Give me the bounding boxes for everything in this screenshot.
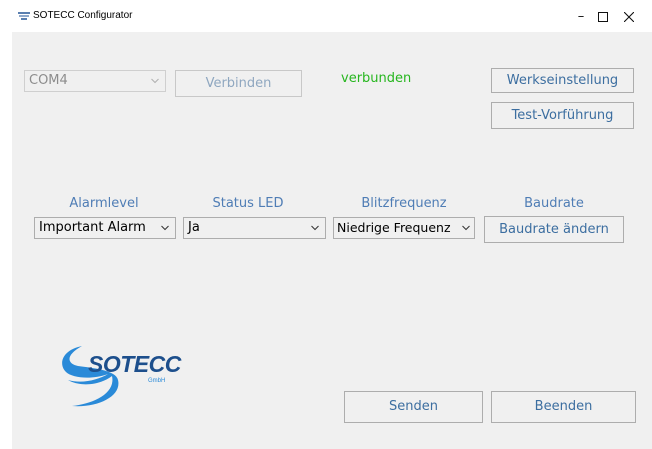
app-icon [18, 12, 30, 20]
logo-suffix: GmbH [148, 378, 166, 384]
send-button[interactable]: Senden [344, 391, 483, 423]
chevron-down-icon [311, 225, 319, 231]
sotecc-logo: SOTECC GmbH [52, 340, 182, 410]
flash-frequency-select[interactable]: Niedrige Frequenz [333, 217, 475, 239]
title-bar: SOTECC Configurator – [0, 0, 652, 32]
close-icon [623, 11, 635, 23]
status-led-select[interactable]: Ja [183, 217, 326, 239]
factory-settings-button[interactable]: Werkseinstellung [491, 68, 634, 93]
chevron-down-icon [161, 225, 169, 231]
port-select[interactable]: COM4 [24, 70, 166, 92]
connection-status: verbunden [341, 71, 412, 86]
status-led-select-value: Ja [188, 220, 200, 235]
flash-frequency-select-value: Niedrige Frequenz [337, 220, 451, 235]
port-select-value: COM4 [29, 73, 68, 88]
window-title: SOTECC Configurator [33, 10, 133, 21]
alarmlevel-select[interactable]: Important Alarm [34, 217, 176, 239]
change-baudrate-button[interactable]: Baudrate ändern [484, 216, 624, 243]
flash-frequency-label: Blitzfrequenz [361, 196, 447, 211]
baudrate-label: Baudrate [524, 196, 584, 211]
test-demo-button[interactable]: Test-Vorführung [491, 102, 634, 129]
alarmlevel-label: Alarmlevel [69, 196, 139, 211]
close-button[interactable] [614, 6, 644, 28]
status-led-label: Status LED [212, 196, 284, 211]
exit-button[interactable]: Beenden [491, 391, 636, 423]
chevron-down-icon [462, 225, 470, 231]
chevron-down-icon [151, 78, 159, 84]
maximize-icon [598, 12, 608, 22]
logo-text: SOTECC [88, 351, 181, 377]
alarmlevel-select-value: Important Alarm [39, 220, 146, 235]
connect-button[interactable]: Verbinden [175, 70, 302, 97]
